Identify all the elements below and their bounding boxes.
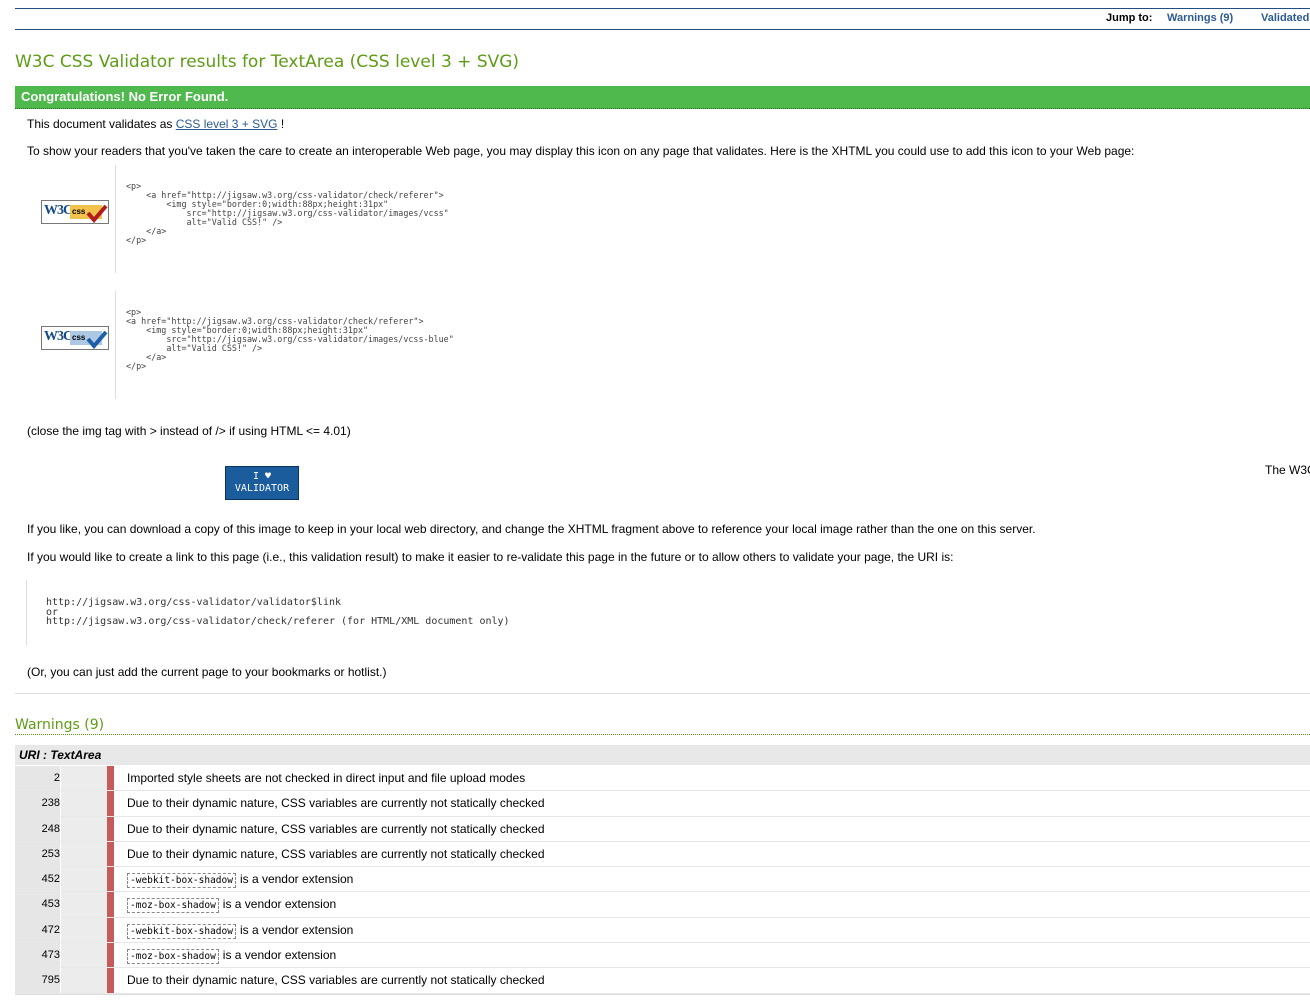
warning-text: is a vendor extension	[222, 948, 337, 963]
empty-cell	[61, 791, 107, 816]
empty-cell	[61, 867, 107, 892]
empty-cell	[61, 892, 107, 917]
empty-cell	[61, 816, 107, 841]
line-number: 472	[15, 917, 60, 943]
line-number: 473	[15, 943, 60, 968]
warning-message: Due to their dynamic nature, CSS variabl…	[127, 968, 545, 992]
warning-message: -moz-box-shadow is a vendor extension	[127, 943, 336, 969]
line-number: 2	[15, 766, 60, 791]
show-readers-text: To show your readers that you've taken t…	[27, 144, 1135, 158]
validates-suffix: !	[280, 117, 285, 131]
code-snippet-blue: <p> <a href="http://jigsaw.w3.org/css-va…	[115, 291, 454, 399]
download-text: If you like, you can download a copy of …	[27, 522, 1036, 536]
code-blue: <p> <a href="http://jigsaw.w3.org/css-va…	[126, 307, 454, 371]
line-number: 238	[15, 791, 60, 816]
warning-level-bar	[107, 867, 114, 892]
warning-message: Due to their dynamic nature, CSS variabl…	[127, 791, 545, 815]
warning-text: is a vendor extension	[222, 897, 337, 912]
line-number: 253	[15, 841, 60, 867]
congrats-banner: Congratulations! No Error Found.	[15, 86, 1310, 109]
warning-message: -moz-box-shadow is a vendor extension	[127, 892, 336, 918]
warning-text: is a vendor extension	[239, 872, 354, 887]
warnings-heading: Warnings (9)	[15, 717, 105, 733]
warning-text: Due to their dynamic nature, CSS variabl…	[127, 973, 545, 988]
table-row: 248 Due to their dynamic nature, CSS vari…	[15, 816, 1310, 842]
warning-level-bar	[107, 766, 114, 791]
uri-block: http://jigsaw.w3.org/css-validator/valid…	[26, 580, 627, 646]
page-title: W3C CSS Validator results for TextArea (…	[15, 52, 520, 72]
valid-css-badge-gold[interactable]: W3C css	[41, 200, 109, 224]
uri-text: http://jigsaw.w3.org/css-validator/valid…	[46, 597, 510, 627]
empty-cell	[61, 766, 107, 791]
warnings-rows: 2 Imported style sheets are not checked i…	[15, 766, 1310, 994]
validator-line1: I ♥	[252, 471, 272, 482]
valid-css-badge-blue[interactable]: W3C css	[41, 326, 109, 350]
empty-cell	[61, 968, 107, 993]
w3c-logo: W3C	[44, 329, 73, 344]
table-row: 472 -webkit-box-shadow is a vendor extensi…	[15, 917, 1310, 944]
table-row: 452 -webkit-box-shadow is a vendor extensi…	[15, 867, 1310, 893]
warning-message: Due to their dynamic nature, CSS variabl…	[127, 842, 545, 866]
bookmark-text: (Or, you can just add the current page t…	[27, 665, 387, 679]
divider	[15, 693, 1310, 694]
line-number: 453	[15, 892, 60, 917]
warnings-table: URI : TextArea 2 Imported style sheets ar…	[15, 745, 1310, 994]
line-number: 452	[15, 867, 60, 892]
table-row: 453 -moz-box-shadow is a vendor extension	[15, 892, 1310, 918]
warning-text: Due to their dynamic nature, CSS variabl…	[127, 796, 545, 811]
table-row: 238 Due to their dynamic nature, CSS vari…	[15, 791, 1310, 817]
warning-message: Due to their dynamic nature, CSS variabl…	[127, 817, 545, 841]
warning-level-bar	[107, 816, 114, 841]
css-level-link[interactable]: CSS level 3 + SVG	[176, 117, 278, 131]
jump-warnings-link[interactable]: Warnings (9)	[1167, 12, 1233, 24]
validator-line2: VALIDATOR	[234, 483, 290, 494]
warning-level-bar	[107, 841, 114, 867]
w3c-side-text: The W3C	[1265, 463, 1310, 477]
empty-cell	[61, 917, 107, 943]
jump-validated-link[interactable]: Validated	[1261, 12, 1309, 24]
warnings-rule	[15, 734, 1310, 735]
warning-level-bar	[107, 892, 114, 917]
jump-label: Jump to:	[1106, 12, 1153, 24]
warning-text: Due to their dynamic nature, CSS variabl…	[127, 846, 545, 861]
code-snippet-gold: <p> <a href="http://jigsaw.w3.org/css-va…	[115, 165, 449, 273]
warning-message: -webkit-box-shadow is a vendor extension	[127, 918, 353, 944]
checkmark-icon	[86, 204, 108, 223]
i-love-validator-badge[interactable]: I ♥ VALIDATOR	[225, 466, 299, 500]
empty-cell	[61, 841, 107, 867]
warning-text: is a vendor extension	[239, 922, 354, 937]
jump-bar: Jump to: Warnings (9) Validated	[15, 9, 1310, 30]
table-row: 2 Imported style sheets are not checked i…	[15, 766, 1310, 792]
property-keyword: -webkit-box-shadow	[127, 923, 236, 939]
link-text: If you would like to create a link to th…	[27, 550, 954, 564]
line-number: 795	[15, 968, 60, 993]
empty-cell	[61, 943, 107, 968]
property-keyword: -webkit-box-shadow	[127, 873, 236, 889]
validates-prefix: This document validates as	[27, 117, 173, 131]
property-keyword: -moz-box-shadow	[127, 898, 219, 914]
warning-text: Due to their dynamic nature, CSS variabl…	[127, 821, 545, 836]
warning-message: -webkit-box-shadow is a vendor extension	[127, 867, 353, 893]
code-gold: <p> <a href="http://jigsaw.w3.org/css-va…	[126, 181, 449, 245]
close-img-note: (close the img tag with > instead of /> …	[27, 424, 351, 438]
warning-message: Imported style sheets are not checked in…	[127, 766, 525, 790]
line-number: 248	[15, 816, 60, 841]
w3c-logo: W3C	[44, 203, 73, 218]
table-row: 473 -moz-box-shadow is a vendor extension	[15, 943, 1310, 969]
warning-text: Imported style sheets are not checked in…	[127, 771, 526, 785]
uri-label: URI : TextArea	[15, 745, 1310, 766]
validates-text: This document validates as CSS level 3 +…	[27, 117, 284, 131]
property-keyword: -moz-box-shadow	[127, 949, 219, 965]
warning-level-bar	[107, 968, 114, 993]
checkmark-icon	[86, 330, 108, 349]
warning-level-bar	[107, 943, 114, 968]
table-row: 253 Due to their dynamic nature, CSS vari…	[15, 841, 1310, 868]
warning-level-bar	[107, 917, 114, 943]
table-row: 795 Due to their dynamic nature, CSS vari…	[15, 968, 1310, 994]
warning-level-bar	[107, 791, 114, 816]
bottom-rule	[15, 994, 1310, 995]
